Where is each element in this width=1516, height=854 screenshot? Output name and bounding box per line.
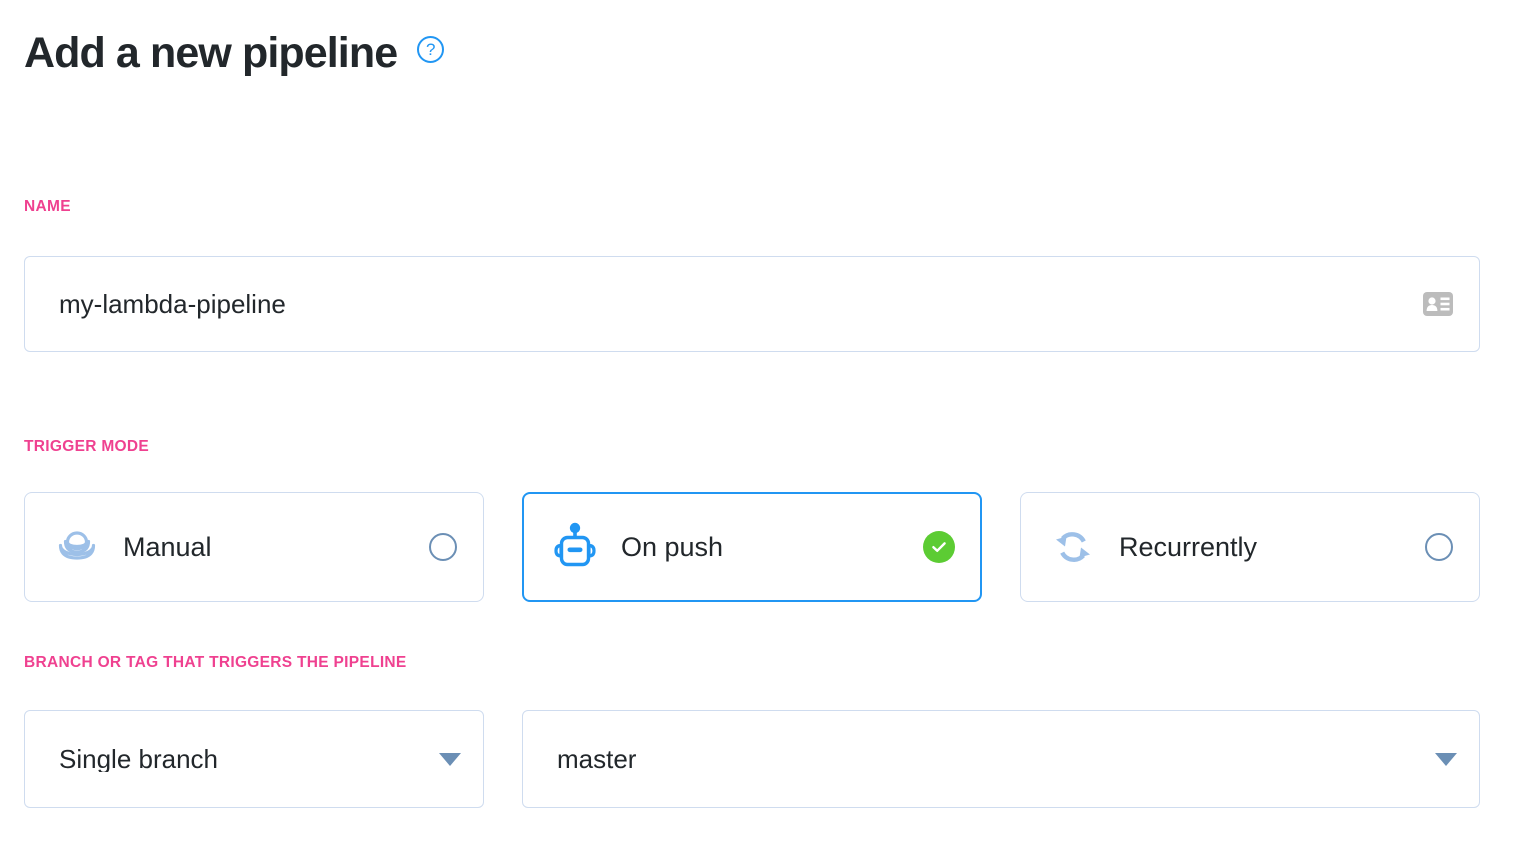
- help-icon-glyph: ?: [426, 40, 436, 59]
- trigger-option-label: Recurrently: [1119, 531, 1258, 562]
- add-pipeline-form: Add a new pipeline ? NAME TRIGGER MODE: [0, 0, 1516, 854]
- branch-name-select[interactable]: master: [522, 710, 1480, 808]
- branch-type-value: Single branch: [59, 746, 218, 772]
- branch-name-value: master: [557, 746, 637, 772]
- branch-section-label: BRANCH OR TAG THAT TRIGGERS THE PIPELINE: [24, 654, 407, 671]
- id-card-icon[interactable]: [1423, 292, 1453, 316]
- page-header: Add a new pipeline ?: [24, 29, 445, 77]
- trigger-section-label: TRIGGER MODE: [24, 438, 150, 455]
- radio-on-push-selected[interactable]: [923, 531, 955, 563]
- radio-recurrently[interactable]: [1425, 533, 1453, 561]
- robot-icon: [551, 522, 599, 571]
- chevron-down-icon[interactable]: [439, 752, 461, 766]
- trigger-option-label: On push: [621, 531, 724, 562]
- trigger-option-on-push[interactable]: On push: [522, 492, 982, 602]
- name-section-label: NAME: [24, 198, 71, 215]
- question-mark-circle-icon[interactable]: ?: [417, 36, 445, 63]
- chevron-down-icon[interactable]: [1435, 752, 1457, 766]
- trigger-mode-options: Manual On push Recurrently: [24, 492, 1480, 602]
- branch-type-select[interactable]: Single branch: [24, 710, 484, 808]
- trigger-option-manual[interactable]: Manual: [24, 492, 484, 602]
- layers-stack-icon: [53, 523, 101, 571]
- page-title: Add a new pipeline: [24, 29, 398, 77]
- radio-manual[interactable]: [429, 533, 457, 561]
- pipeline-name-input[interactable]: [25, 257, 1479, 351]
- trigger-option-label: Manual: [123, 531, 212, 562]
- pipeline-name-field[interactable]: [24, 256, 1480, 352]
- refresh-cycle-icon: [1049, 523, 1097, 571]
- trigger-option-recurrently[interactable]: Recurrently: [1020, 492, 1480, 602]
- branch-selectors: Single branch master: [24, 710, 1480, 808]
